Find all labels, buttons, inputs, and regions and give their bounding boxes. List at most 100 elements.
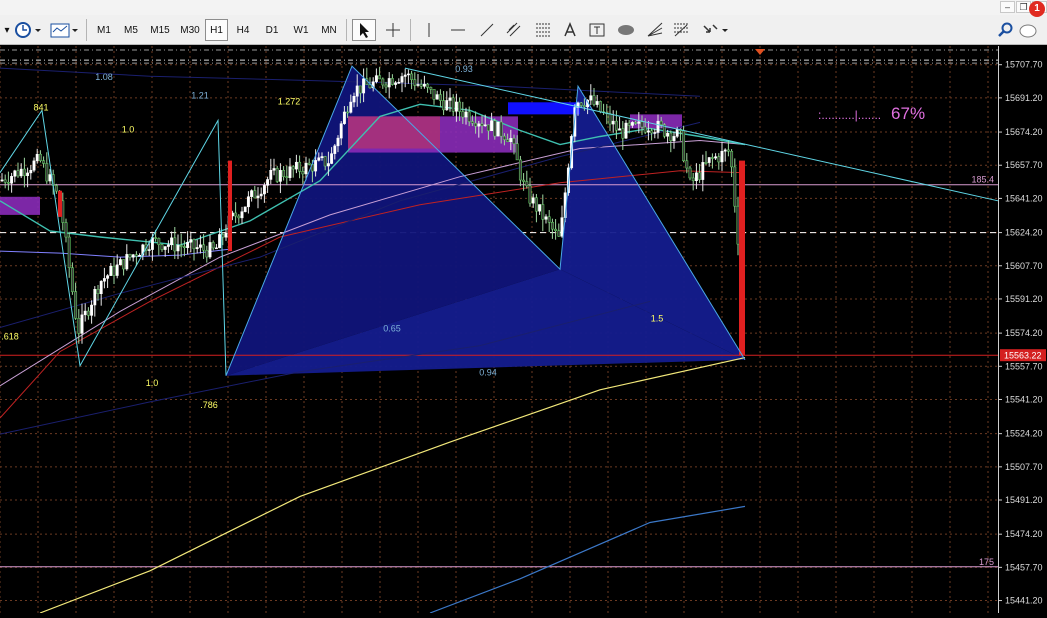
price-axis: 15707.70 15691.20 15674.20 15657.70 15641.20… — [998, 46, 1046, 613]
level-label: 175 — [979, 557, 994, 567]
candle-body — [582, 105, 586, 108]
timeframe-w1[interactable]: W1 — [288, 19, 314, 41]
candle-body — [179, 245, 183, 247]
candle-body — [6, 181, 10, 184]
timeframe-m15[interactable]: M15 — [146, 19, 174, 41]
candle-body — [694, 172, 698, 181]
candle-body — [448, 97, 452, 101]
candle-body — [294, 161, 298, 170]
candle-body — [531, 197, 535, 204]
candle-body — [266, 179, 270, 186]
periods-button[interactable] — [13, 19, 43, 41]
timeframe-d1[interactable]: D1 — [260, 19, 284, 41]
window-titlebar: – ❐ × — [0, 0, 1047, 16]
candle-body — [522, 179, 526, 182]
trendline-button[interactable] — [476, 19, 498, 41]
horizontal-line-button[interactable] — [447, 19, 469, 41]
fibonacci-button[interactable] — [532, 19, 554, 41]
candle-body — [154, 237, 158, 239]
candle-body — [189, 239, 193, 243]
equidistant-channel-button[interactable] — [503, 19, 525, 41]
timeframe-mn[interactable]: MN — [316, 19, 342, 41]
crosshair-button[interactable] — [382, 19, 404, 41]
price-tick-label: 15641.20 — [1005, 193, 1043, 203]
arrows-button[interactable] — [700, 19, 730, 41]
timeframe-h4[interactable]: H4 — [231, 19, 255, 41]
price-chart[interactable]: 185.4 175 841 1.0 1.08 1.21 1.272 0.93 .618 1.0.… — [0, 46, 1047, 614]
price-tick-label: 15541.20 — [1005, 394, 1043, 404]
horizontal-line-icon — [451, 29, 465, 31]
candle-body — [272, 168, 276, 171]
candle-body — [483, 124, 487, 127]
candle-body — [736, 205, 740, 245]
candle-body — [346, 111, 350, 114]
candle-body — [291, 166, 295, 170]
candle-body — [541, 204, 545, 220]
notification-badge[interactable]: 1 — [1029, 1, 1045, 17]
indicator-readout: :..........|....... 67% — [818, 104, 925, 124]
candle-body — [234, 212, 238, 217]
candle-body — [74, 291, 78, 319]
gann-fan-button[interactable] — [644, 19, 666, 41]
chart-canvas[interactable]: 185.4 175 841 1.0 1.08 1.21 1.272 0.93 .618 1.0.… — [0, 46, 1047, 614]
indicator-percent: 67% — [891, 104, 926, 123]
clock-icon — [15, 22, 41, 38]
candle-body — [682, 130, 686, 162]
candle-body — [445, 100, 449, 111]
timeframe-h1[interactable]: H1 — [205, 19, 228, 41]
ma-blue-long — [429, 505, 746, 614]
candle-body — [13, 170, 17, 177]
text-tool-button[interactable] — [560, 19, 580, 41]
candle-body — [627, 122, 631, 126]
ellipse-icon — [618, 25, 634, 35]
candle-body — [608, 113, 612, 125]
price-tick-label: 15674.20 — [1005, 127, 1043, 137]
templates-button[interactable] — [48, 19, 80, 41]
timeframe-m1[interactable]: M1 — [92, 19, 116, 41]
candle-body — [387, 78, 391, 88]
candle-body — [400, 76, 404, 83]
candle-body — [666, 132, 670, 137]
candle-body — [442, 100, 446, 111]
candle-body — [461, 111, 465, 118]
candle-body — [320, 156, 324, 159]
candle-body — [707, 157, 711, 163]
shapes-button[interactable] — [614, 19, 638, 41]
text-label-button[interactable] — [587, 19, 607, 41]
fibonacci-icon — [536, 23, 550, 37]
candle-body — [282, 170, 286, 177]
candle-body — [704, 162, 708, 164]
timeframe-m5[interactable]: M5 — [119, 19, 143, 41]
arrow-down-icon[interactable]: ▾ — [2, 19, 12, 41]
candle-body — [518, 159, 522, 181]
candle-body — [502, 135, 506, 140]
price-tick-label: 15474.20 — [1005, 529, 1043, 539]
candle-body — [544, 216, 548, 220]
candle-body — [669, 132, 673, 142]
search-icon — [998, 22, 1013, 37]
messages-button[interactable] — [1018, 19, 1040, 41]
candle-body — [22, 168, 26, 176]
cursor-tool-button[interactable] — [352, 19, 376, 41]
price-tick-label: 15441.20 — [1005, 596, 1043, 606]
zone-blue — [508, 102, 580, 115]
fib-label: 1.0 — [146, 378, 159, 388]
ma-blue-short — [0, 248, 231, 258]
candle-body — [333, 145, 337, 154]
candle-body — [659, 120, 663, 125]
timeframe-m30[interactable]: M30 — [176, 19, 204, 41]
candle-body — [83, 310, 87, 316]
minimize-button[interactable]: – — [1000, 1, 1015, 13]
vertical-line-button[interactable] — [420, 19, 438, 41]
candle-body — [38, 153, 42, 161]
fib-fan-button[interactable] — [670, 19, 692, 41]
candle-body — [643, 126, 647, 133]
candle-body — [451, 97, 455, 112]
search-button[interactable] — [996, 19, 1016, 41]
toolbar: ▾ M1 M5 M15 M30 H1 H4 D1 W1 MN — [0, 15, 1047, 45]
candle-body — [490, 120, 494, 132]
candle-body — [262, 185, 266, 195]
candle-body — [506, 139, 510, 142]
candle-body — [403, 74, 407, 77]
candle-body — [246, 196, 250, 208]
